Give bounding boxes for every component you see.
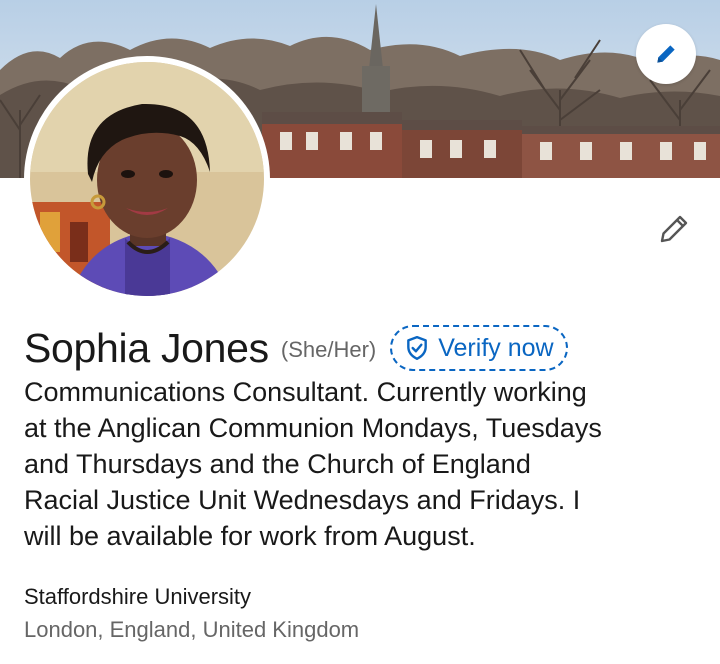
pronouns: (She/Her) <box>280 337 377 362</box>
verify-now-label: Verify now <box>438 333 554 362</box>
verify-now-button[interactable]: Verify now <box>390 325 568 371</box>
profile-name: Sophia Jones <box>24 324 269 371</box>
edit-cover-button[interactable] <box>636 24 696 84</box>
headline-line: Communications Consultant. Currently wor… <box>24 377 587 407</box>
shield-check-icon <box>407 335 428 361</box>
headline-line: at the Anglican Communion Mondays, Tuesd… <box>24 413 602 443</box>
headline-line: will be available for work from August. <box>24 521 476 551</box>
education-link[interactable]: Staffordshire University <box>24 584 251 610</box>
pencil-icon <box>660 215 688 243</box>
headline-line: Racial Justice Unit Wednesdays and Frida… <box>24 485 581 515</box>
profile-headline: Communications Consultant. Currently wor… <box>24 374 704 554</box>
profile-photo <box>30 62 264 296</box>
profile-card: Sophia Jones (She/Her) Verify now Commun… <box>0 0 720 664</box>
headline-line: and Thursdays and the Church of England <box>24 449 531 479</box>
pencil-icon <box>657 45 675 63</box>
edit-intro-button[interactable] <box>650 205 698 253</box>
location: London, England, United Kingdom <box>24 617 360 642</box>
name-row: Sophia Jones (She/Her) Verify now <box>24 320 568 376</box>
avatar[interactable] <box>24 56 270 302</box>
